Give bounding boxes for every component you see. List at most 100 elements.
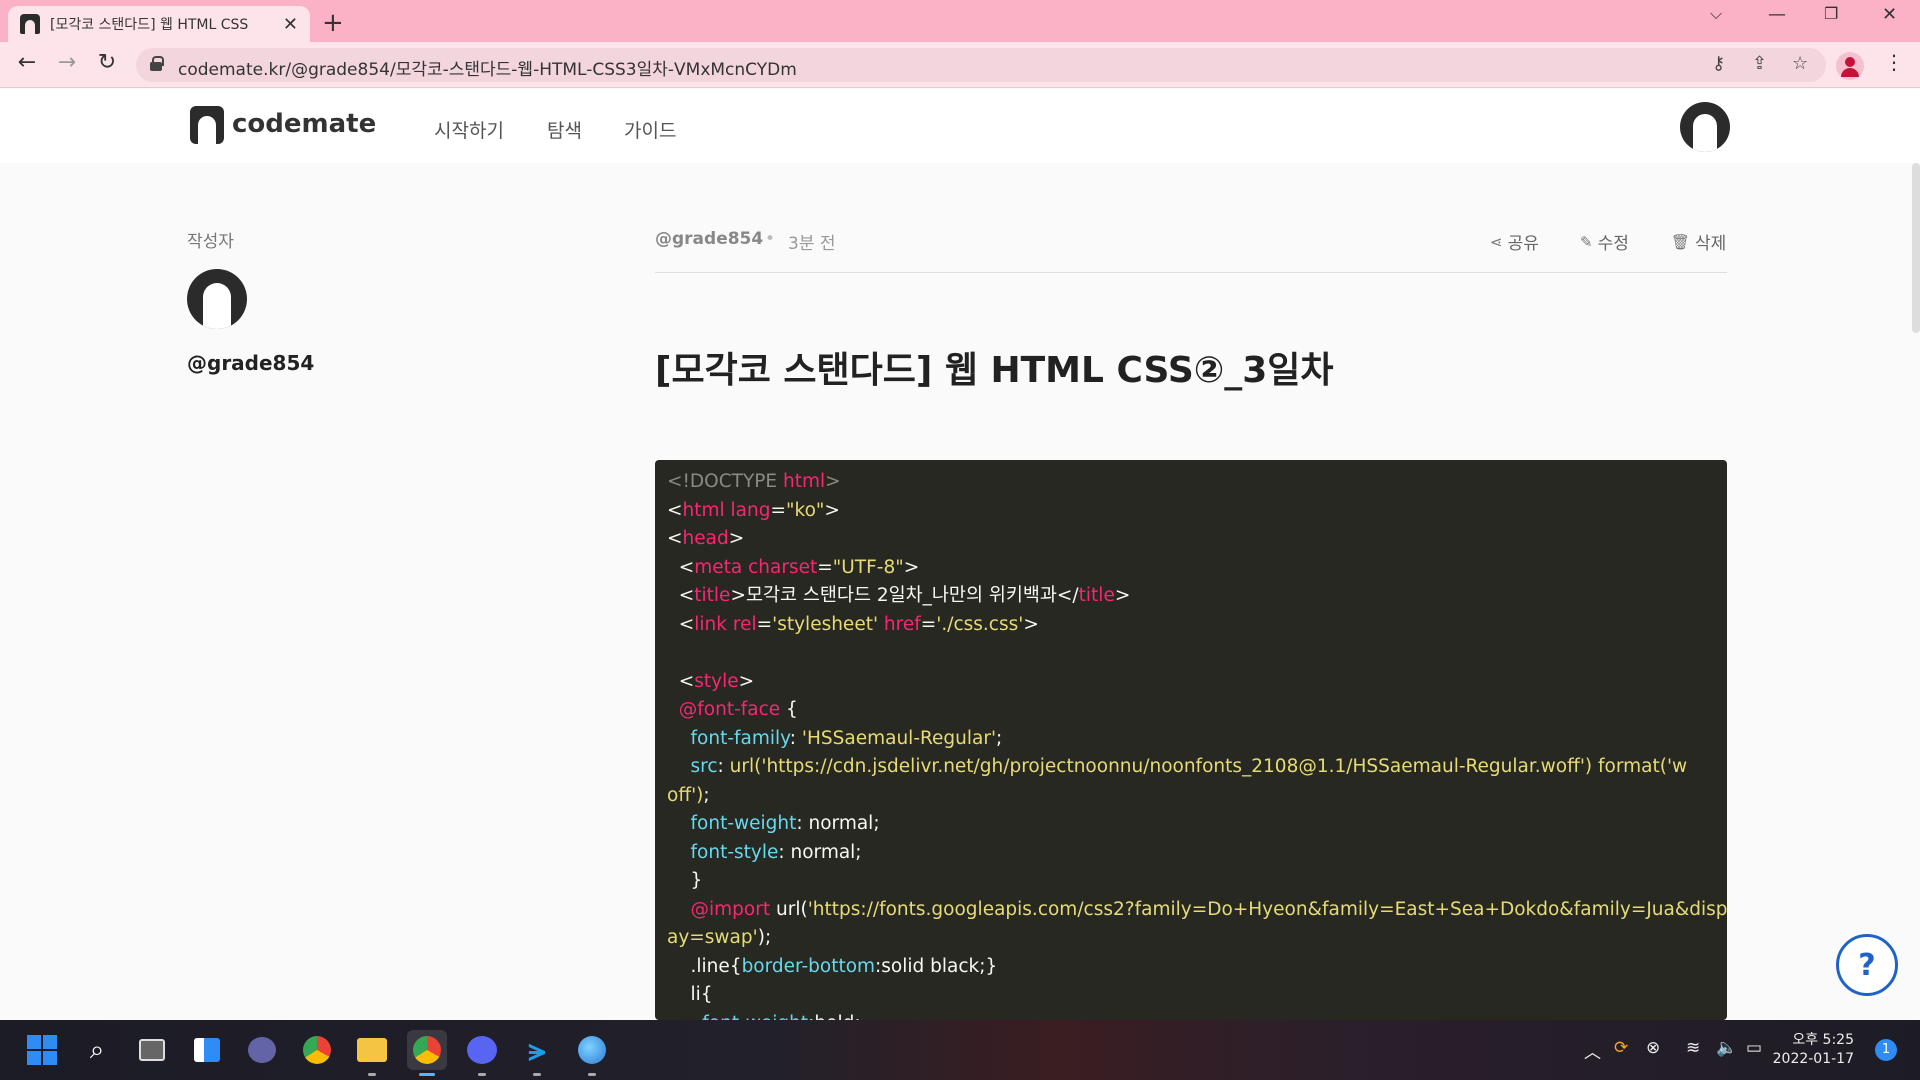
start-button[interactable] xyxy=(22,1030,62,1070)
code-token: html xyxy=(782,471,826,492)
task-view-icon[interactable] xyxy=(132,1030,172,1070)
share-page-icon[interactable]: ⇪ xyxy=(1752,53,1767,74)
app-globe-icon[interactable] xyxy=(572,1030,612,1076)
site-header: codemate 시작하기 탐색 가이드 xyxy=(0,89,1920,163)
reload-icon[interactable]: ↻ xyxy=(92,50,122,75)
teams-shape xyxy=(248,1037,276,1063)
volume-icon[interactable]: 🔈 xyxy=(1716,1038,1737,1058)
code-token: :solid black;} xyxy=(875,955,998,977)
code-token: meta xyxy=(694,556,749,578)
code-token: font-weight xyxy=(667,813,797,834)
system-clock[interactable]: 오후 5:25 2022-01-17 xyxy=(1768,1031,1854,1069)
nav-start[interactable]: 시작하기 xyxy=(434,116,504,143)
code-token: title xyxy=(694,585,731,606)
battery-icon[interactable]: ▭ xyxy=(1746,1038,1762,1058)
author-avatar[interactable] xyxy=(187,269,247,329)
page-scrollbar[interactable] xyxy=(1912,163,1920,333)
edit-button[interactable]: ✎ 수정 xyxy=(1580,229,1629,255)
author-label: 작성자 xyxy=(187,232,234,252)
user-avatar[interactable] xyxy=(1680,102,1730,152)
notification-badge[interactable]: 1 xyxy=(1875,1039,1897,1061)
minimize-icon[interactable]: — xyxy=(1768,4,1786,25)
code-token: font-style xyxy=(667,841,779,863)
profile-avatar-icon[interactable] xyxy=(1836,52,1864,80)
tray-chevron-up-icon[interactable]: ︿ xyxy=(1584,1038,1601,1063)
new-tab-button[interactable]: + xyxy=(322,8,344,38)
code-line: } xyxy=(667,867,1715,896)
code-token: title xyxy=(1078,585,1115,606)
restore-icon[interactable]: ❐ xyxy=(1824,4,1838,23)
back-icon[interactable]: ← xyxy=(12,50,42,75)
teams-chat-icon[interactable] xyxy=(242,1030,282,1070)
url-text[interactable]: codemate.kr/@grade854/모각코-스탠다드-웹-HTML-CS… xyxy=(178,55,797,80)
code-token: ; xyxy=(996,727,1003,749)
code-token: <!DOCTYPE xyxy=(667,471,783,492)
share-button[interactable]: ⋖ 공유 xyxy=(1490,229,1539,255)
code-token: < xyxy=(667,613,695,635)
code-token: rel xyxy=(732,613,757,635)
globe-shape xyxy=(578,1036,606,1064)
code-token: 'stylesheet' xyxy=(772,613,884,635)
blocked-icon[interactable]: ⊗ xyxy=(1646,1038,1660,1058)
address-bar: ← → ↻ codemate.kr/@grade854/모각코-스탠다드-웹-H… xyxy=(0,42,1920,88)
wifi-icon[interactable]: ≋ xyxy=(1686,1038,1700,1058)
running-indicator xyxy=(533,1073,541,1076)
widgets-icon[interactable] xyxy=(187,1030,227,1070)
browser-menu-icon[interactable]: ⋮ xyxy=(1884,50,1904,74)
url-field[interactable]: codemate.kr/@grade854/모각코-스탠다드-웹-HTML-CS… xyxy=(136,48,1826,82)
running-indicator xyxy=(368,1073,376,1076)
nav-explore[interactable]: 탐색 xyxy=(547,116,582,143)
code-token: lang xyxy=(730,499,771,521)
codemate-logo-icon[interactable] xyxy=(190,106,224,144)
post-title: [모각코 스탠다드] 웹 HTML CSS②_3일차 xyxy=(655,350,1334,391)
tab-search-chevron-icon[interactable]: ⌵ xyxy=(1710,4,1722,24)
active-indicator xyxy=(419,1073,435,1076)
code-token: style xyxy=(694,670,739,692)
code-token: > xyxy=(1023,613,1039,635)
code-token: ; xyxy=(703,784,710,806)
window-close-icon[interactable]: ✕ xyxy=(1882,4,1897,25)
browser-tab[interactable]: [모각코 스탠다드] 웹 HTML CSS ✕ xyxy=(8,6,310,42)
chrome-icon[interactable] xyxy=(297,1030,337,1070)
code-token: head xyxy=(682,528,729,549)
windows-logo-icon xyxy=(27,1035,57,1065)
clock-date: 2022-01-17 xyxy=(1772,1051,1854,1067)
discord-shape xyxy=(467,1036,497,1064)
lock-icon[interactable] xyxy=(150,56,164,71)
file-explorer-icon[interactable] xyxy=(352,1030,392,1076)
password-key-icon[interactable]: ⚷ xyxy=(1712,53,1725,74)
code-token: > xyxy=(824,499,840,521)
discord-icon[interactable] xyxy=(462,1030,502,1076)
code-line: @font-face { xyxy=(667,696,1715,725)
chrome-profile-icon[interactable] xyxy=(407,1030,447,1076)
clock-time: 오후 5:25 xyxy=(1792,1032,1854,1048)
code-line: font-weight: normal; xyxy=(667,810,1715,839)
pencil-icon: ✎ xyxy=(1580,232,1593,251)
trash-icon: 🗑 xyxy=(1671,232,1691,251)
code-token: url( xyxy=(776,898,808,920)
sync-icon[interactable]: ⟳ xyxy=(1614,1038,1628,1058)
post-author[interactable]: @grade854 xyxy=(655,229,763,249)
code-line: .line{border-bottom:solid black;} xyxy=(667,953,1715,982)
vscode-icon[interactable]: ⪫ xyxy=(517,1030,557,1076)
code-token: = xyxy=(920,613,937,635)
code-token: : xyxy=(789,727,802,749)
share-icon: ⋖ xyxy=(1490,232,1503,251)
forward-icon[interactable]: → xyxy=(52,50,82,75)
taskbar-search-icon[interactable]: ⌕ xyxy=(77,1030,117,1070)
code-token: html xyxy=(682,499,731,521)
tab-close-icon[interactable]: ✕ xyxy=(283,14,298,35)
code-token: url('https://cdn.jsdelivr.net/gh/project… xyxy=(729,756,1688,777)
bookmark-star-icon[interactable]: ☆ xyxy=(1792,53,1808,74)
delete-button[interactable]: 🗑 삭제 xyxy=(1671,229,1726,255)
post-time: 3분 전 xyxy=(788,234,836,254)
author-name[interactable]: @grade854 xyxy=(187,351,314,375)
code-token: : normal; xyxy=(796,813,880,834)
running-indicator xyxy=(588,1073,596,1076)
nav-guide[interactable]: 가이드 xyxy=(624,116,676,143)
logo-text[interactable]: codemate xyxy=(232,109,376,139)
help-button[interactable]: ? xyxy=(1836,934,1898,996)
code-token: href xyxy=(883,613,921,635)
code-token: @import xyxy=(667,898,776,920)
widgets-shape xyxy=(194,1038,220,1062)
